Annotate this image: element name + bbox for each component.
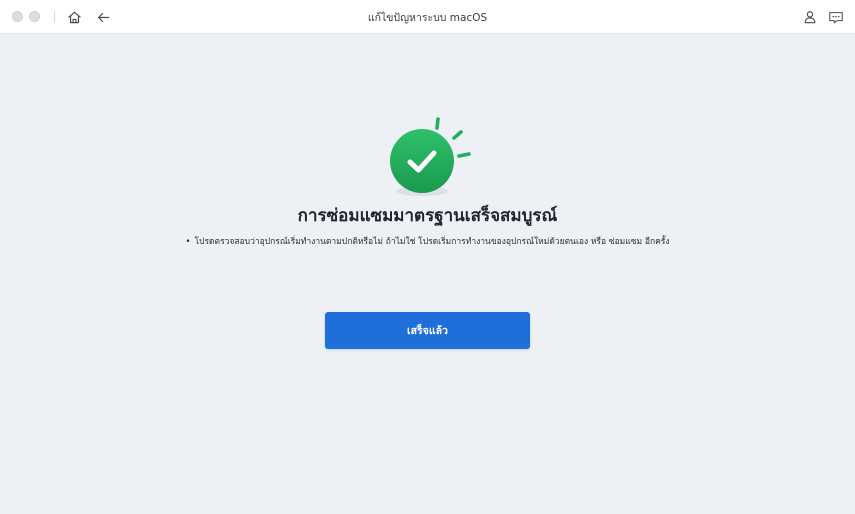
instruction-text: • โปรดตรวจสอบว่าอุปกรณ์เริ่มทำงานตามปกติห… <box>0 234 855 248</box>
title-bar: แก้ไขปัญหาระบบ macOS <box>0 0 855 34</box>
user-icon[interactable] <box>801 8 819 26</box>
toolbar-divider <box>54 11 55 23</box>
done-button[interactable]: เสร็จแล้ว <box>325 312 530 349</box>
home-icon[interactable] <box>65 8 83 26</box>
main-content: การซ่อมแซมมาตรฐานเสร็จสมบูรณ์ • โปรดตรวจส… <box>0 34 855 514</box>
instruction-note: โปรดตรวจสอบว่าอุปกรณ์เริ่มทำงานตามปกติหร… <box>194 237 670 247</box>
message-icon[interactable] <box>827 8 845 26</box>
window-close-button[interactable] <box>12 11 23 22</box>
bullet: • <box>185 237 191 247</box>
check-circle-icon <box>385 114 477 204</box>
arrow-left-icon[interactable] <box>94 8 112 26</box>
window-title: แก้ไขปัญหาระบบ macOS <box>367 12 488 24</box>
page-title: การซ่อมแซมมาตรฐานเสร็จสมบูรณ์ <box>297 206 558 226</box>
app-window: แก้ไขปัญหาระบบ macOS การซ่อมแซมมาตรฐานเส… <box>0 0 855 514</box>
window-minimize-button[interactable] <box>29 11 40 22</box>
